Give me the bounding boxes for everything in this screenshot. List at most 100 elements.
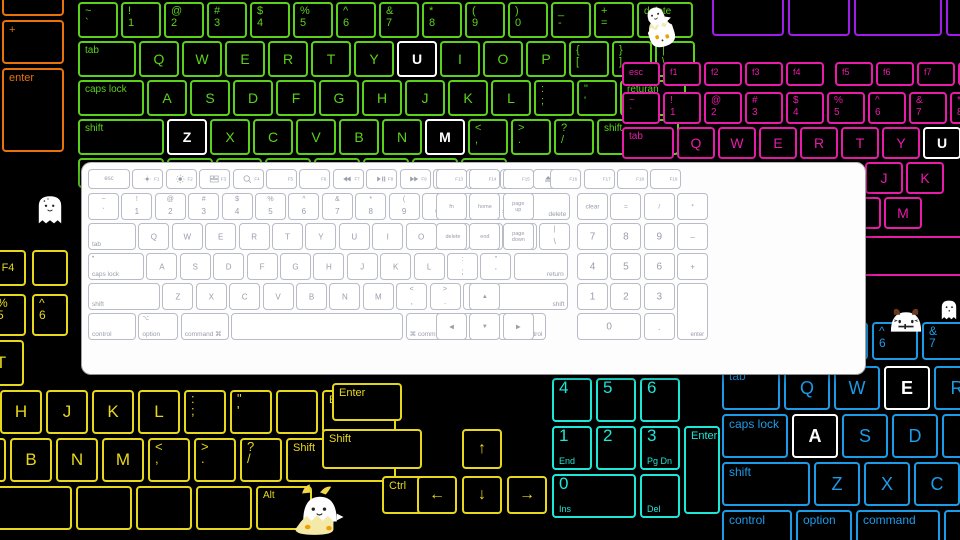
blue-key-shift[interactable]: shift <box>722 462 810 506</box>
blue-key-capslock[interactable]: caps lock <box>722 414 788 458</box>
green-key-punct[interactable]: :; <box>534 80 574 116</box>
magic-fkey-F7[interactable]: F7 <box>332 169 364 189</box>
green-key-num[interactable]: * 8 <box>422 2 462 38</box>
magic-fkey-F14[interactable]: F14 <box>469 169 501 189</box>
yellow-key-punct[interactable]: <, <box>148 438 190 482</box>
green-key-r[interactable]: R <box>268 41 308 77</box>
cyan-key-4[interactable]: 4 <box>552 378 592 422</box>
magic-key-capslock[interactable]: • caps lock <box>88 253 144 280</box>
magic-fkey-F17[interactable]: F17 <box>583 169 615 189</box>
green-key-num[interactable]: ~ ` <box>78 2 118 38</box>
green-key-s[interactable]: S <box>190 80 230 116</box>
magic-key-k[interactable]: K <box>380 253 412 280</box>
magenta-key-num[interactable]: & 7 <box>909 92 947 124</box>
green-key-num[interactable]: (9 <box>465 2 505 38</box>
magic-fkey-F19[interactable]: F19 <box>650 169 682 189</box>
orange-key-plus[interactable]: + <box>2 20 64 64</box>
blue-key-x[interactable]: X <box>864 462 910 506</box>
magenta-key-y[interactable]: Y <box>882 127 920 159</box>
cyan-key-2[interactable]: 2 <box>596 426 636 470</box>
magic-numpad-minus[interactable]: – <box>677 223 709 250</box>
magic-key-l[interactable]: L <box>413 253 445 280</box>
green-key-h[interactable]: H <box>362 80 402 116</box>
magic-key-return[interactable]: return <box>513 253 568 280</box>
magic-key-t[interactable]: T <box>272 223 303 250</box>
magic-key-num[interactable]: (9 <box>388 193 420 220</box>
magic-fkey-F2[interactable]: F2 <box>165 169 197 189</box>
magic-numpad-5[interactable]: 5 <box>610 253 642 280</box>
yellow-key-arrow-up[interactable]: ↑ <box>462 429 502 469</box>
magic-numpad-3[interactable]: 3 <box>643 283 675 310</box>
magic-key-s[interactable]: S <box>179 253 211 280</box>
green-key-num[interactable]: _ - <box>551 2 591 38</box>
magenta-key-num[interactable]: ^ 6 <box>868 92 906 124</box>
magenta-key-w[interactable]: W <box>718 127 756 159</box>
magic-key-num[interactable]: & 7 <box>321 193 353 220</box>
magenta-key-num[interactable]: ~ ` <box>622 92 660 124</box>
magic-key-home[interactable]: home <box>469 193 501 220</box>
magic-key-fn[interactable]: fn <box>436 193 467 220</box>
magic-fkey-F16[interactable]: F16 <box>550 169 582 189</box>
magic-fkey-F13[interactable]: F13 <box>436 169 467 189</box>
magenta-key-esc[interactable]: esc <box>622 62 660 86</box>
magic-key-command-left[interactable]: command ⌘ <box>180 313 229 340</box>
magic-numpad-plus[interactable]: + <box>677 253 709 280</box>
magic-key-z[interactable]: Z <box>162 283 194 310</box>
magic-fkey-F9[interactable]: F9 <box>399 169 431 189</box>
magic-numpad-0[interactable]: 0 <box>577 313 642 340</box>
green-key-o[interactable]: O <box>483 41 523 77</box>
green-key-t[interactable]: T <box>311 41 351 77</box>
orange-key-enter[interactable]: enter <box>2 68 64 152</box>
magic-fkey-F8[interactable]: F8 <box>366 169 398 189</box>
green-key-z[interactable]: Z <box>167 119 207 155</box>
magenta-key-q[interactable]: Q <box>677 127 715 159</box>
blue-key-c[interactable]: C <box>914 462 960 506</box>
green-key-x[interactable]: X <box>210 119 250 155</box>
magic-key-arrow-left[interactable]: ◀ <box>436 313 467 340</box>
yellow-key-punct[interactable]: ? / <box>240 438 282 482</box>
magic-key-b[interactable]: B <box>296 283 327 310</box>
magenta-key-t[interactable]: T <box>841 127 879 159</box>
green-key-punct[interactable]: <, <box>468 119 508 155</box>
magic-key-n[interactable]: N <box>329 283 361 310</box>
magic-key-end[interactable]: end <box>469 223 501 250</box>
magic-key-num[interactable]: @2 <box>154 193 186 220</box>
yellow-key-shift-2[interactable]: Shift <box>322 429 422 469</box>
yellow-key-bottom[interactable] <box>196 486 252 530</box>
green-key-punct[interactable]: >. <box>511 119 551 155</box>
yellow-key-fn[interactable] <box>32 250 68 286</box>
magic-key-num[interactable]: * 8 <box>355 193 387 220</box>
yellow-key-v[interactable]: V <box>0 438 6 482</box>
magic-key-y[interactable]: Y <box>305 223 337 250</box>
magic-key-e[interactable]: E <box>205 223 237 250</box>
cyan-key-5[interactable]: 5 <box>596 378 636 422</box>
magenta-key-f4[interactable]: f4 <box>786 62 824 86</box>
magic-fkey-F18[interactable]: F18 <box>617 169 648 189</box>
magic-fkey-F6[interactable]: F6 <box>299 169 331 189</box>
green-key-num[interactable]: ! 1 <box>121 2 161 38</box>
purple-key-option[interactable]: option <box>788 0 850 36</box>
magic-fkey-F15[interactable]: F15 <box>502 169 534 189</box>
yellow-key-m[interactable]: M <box>102 438 144 482</box>
magic-key-num[interactable]: ! 1 <box>121 193 153 220</box>
cyan-key-6[interactable]: 6 <box>640 378 680 422</box>
yellow-key-punct[interactable]: " ' <box>230 390 272 434</box>
magic-key-j[interactable]: J <box>346 253 378 280</box>
magic-key-h[interactable]: H <box>313 253 345 280</box>
cyan-key-3-pgdn[interactable]: 3 Pg Dn <box>640 426 680 470</box>
magenta-key-j[interactable]: J <box>865 162 903 194</box>
magic-key-m[interactable]: M <box>362 283 394 310</box>
blue-key-a[interactable]: A <box>792 414 838 458</box>
green-key-num[interactable]: @2 <box>164 2 204 38</box>
magenta-key-num[interactable]: @2 <box>704 92 742 124</box>
magic-key-w[interactable]: W <box>171 223 203 250</box>
green-key-num[interactable]: & 7 <box>379 2 419 38</box>
yellow-key-t[interactable]: T <box>0 340 24 386</box>
green-key-y[interactable]: Y <box>354 41 394 77</box>
yellow-key-n[interactable]: N <box>56 438 98 482</box>
blue-key-s[interactable]: S <box>842 414 888 458</box>
magic-key-fwd-delete[interactable]: delete <box>436 223 467 250</box>
cyan-key-0-ins[interactable]: 0 Ins <box>552 474 636 518</box>
green-key-p[interactable]: P <box>526 41 566 77</box>
magic-key-arrow-right[interactable]: ▶ <box>502 313 534 340</box>
